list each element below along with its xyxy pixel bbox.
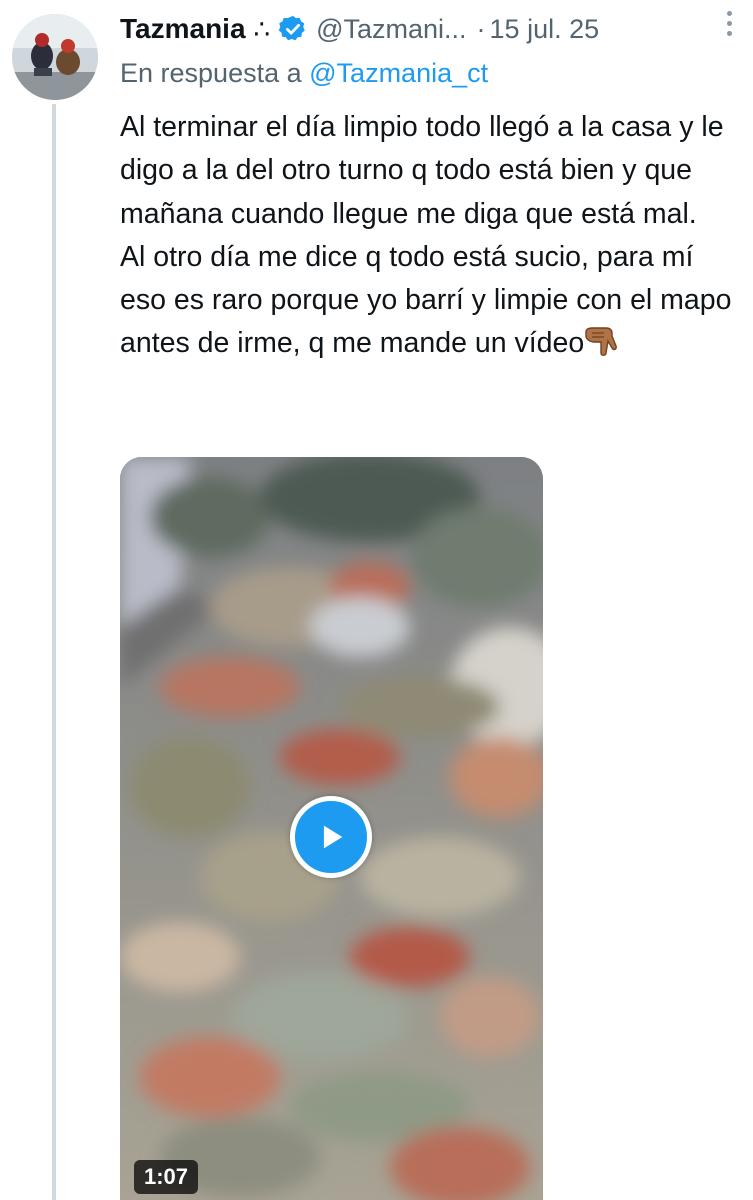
- pointing-down-emoji-icon: [584, 326, 622, 357]
- tweet-body: Al terminar el día limpio todo llegó a l…: [120, 111, 732, 360]
- tweet-text: Al terminar el día limpio todo llegó a l…: [120, 106, 740, 366]
- reply-prefix: En respuesta a: [120, 58, 302, 88]
- avatar[interactable]: [12, 14, 98, 100]
- more-options-icon[interactable]: [715, 6, 743, 40]
- timestamp[interactable]: 15 jul. 25: [490, 14, 600, 45]
- video-player[interactable]: [120, 457, 543, 1200]
- reply-context: En respuesta a @Tazmania_ct: [120, 58, 488, 89]
- verified-badge-icon: [278, 14, 308, 44]
- thread-connector-line: [52, 104, 56, 1200]
- separator-dot: ·: [476, 13, 486, 44]
- reply-mention-link[interactable]: @Tazmania_ct: [309, 58, 488, 88]
- video-duration-badge: 1:07: [134, 1160, 199, 1194]
- avatar-image: [12, 14, 98, 100]
- handle[interactable]: @Tazmani...: [316, 14, 466, 45]
- play-button[interactable]: [290, 796, 372, 878]
- display-name[interactable]: Tazmania: [120, 13, 246, 45]
- name-symbol: ∴: [253, 13, 271, 44]
- play-icon: [323, 825, 343, 849]
- tweet-header: Tazmania ∴ @Tazmani... · 15 jul. 25: [120, 12, 733, 46]
